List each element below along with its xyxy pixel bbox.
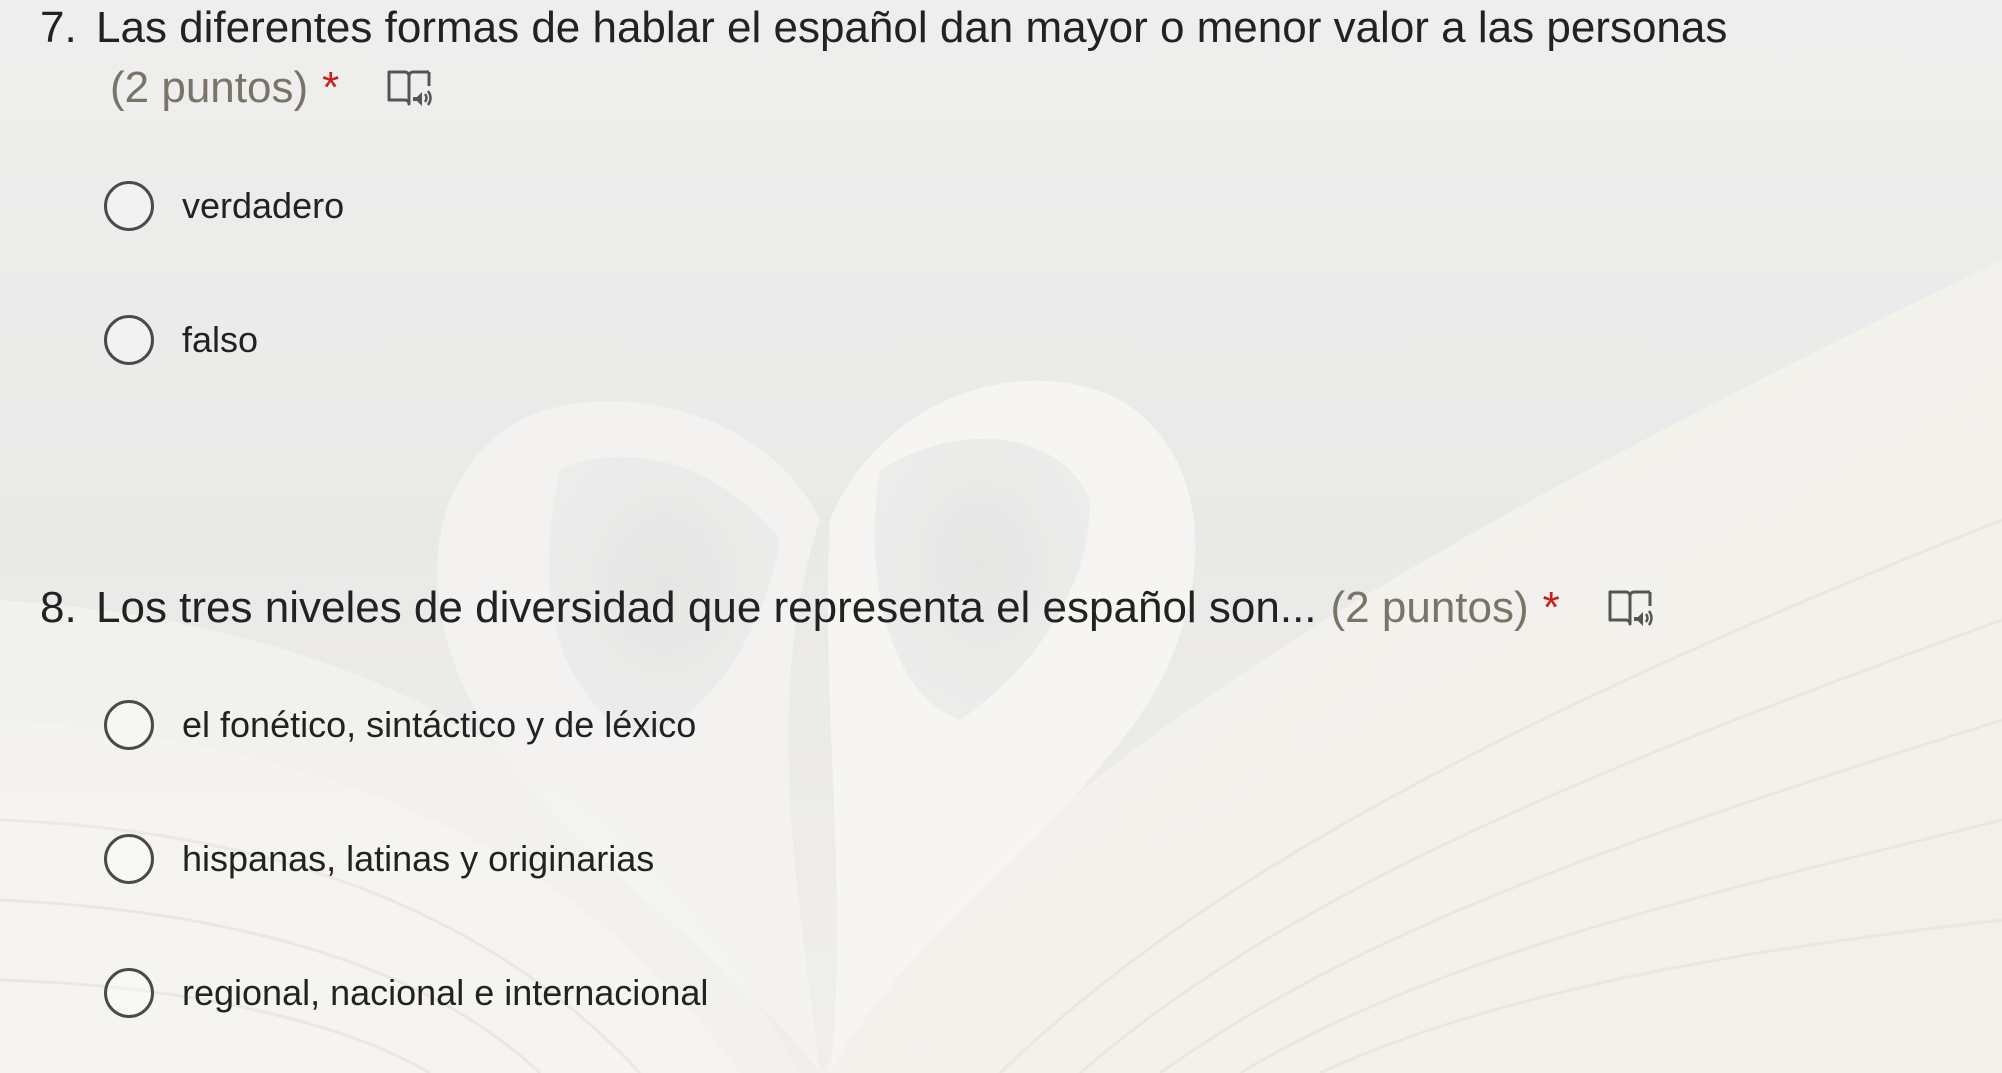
required-asterisk: * [1542, 583, 1560, 632]
question-8-options: el fonético, sintáctico y de léxico hisp… [104, 658, 708, 1060]
option-verdadero[interactable]: verdadero [104, 139, 344, 273]
question-number: 8. [40, 583, 77, 632]
question-7-options: verdadero falso [104, 139, 344, 407]
question-7-title: 7. Las diferentes formas de hablar el es… [40, 0, 1727, 56]
radio-button[interactable] [104, 968, 154, 1018]
question-8: 8. Los tres niveles de diversidad que re… [40, 580, 1654, 636]
option-label[interactable]: hispanas, latinas y originarias [182, 838, 654, 880]
option-label[interactable]: el fonético, sintáctico y de léxico [182, 704, 696, 746]
points-label: (2 puntos) [110, 63, 309, 112]
radio-button[interactable] [104, 834, 154, 884]
option-label[interactable]: regional, nacional e internacional [182, 972, 708, 1014]
immersive-reader-icon[interactable] [1606, 584, 1654, 632]
option-falso[interactable]: falso [104, 273, 344, 407]
radio-button[interactable] [104, 700, 154, 750]
question-text: Las diferentes formas de hablar el españ… [96, 3, 1728, 52]
question-text: Los tres niveles de diversidad que repre… [96, 583, 1317, 632]
radio-button[interactable] [104, 315, 154, 365]
option-regional[interactable]: regional, nacional e internacional [104, 926, 708, 1060]
question-7-points-line: (2 puntos) * [40, 60, 1727, 116]
points-label: (2 puntos) [1330, 583, 1529, 632]
question-8-title: 8. Los tres niveles de diversidad que re… [40, 580, 1654, 636]
option-hispanas[interactable]: hispanas, latinas y originarias [104, 792, 708, 926]
immersive-reader-icon[interactable] [385, 64, 433, 112]
required-asterisk: * [322, 63, 340, 112]
option-label[interactable]: falso [182, 319, 258, 361]
question-number: 7. [40, 3, 77, 52]
question-7: 7. Las diferentes formas de hablar el es… [40, 0, 1727, 116]
radio-button[interactable] [104, 181, 154, 231]
option-label[interactable]: verdadero [182, 185, 344, 227]
option-fonetico[interactable]: el fonético, sintáctico y de léxico [104, 658, 708, 792]
